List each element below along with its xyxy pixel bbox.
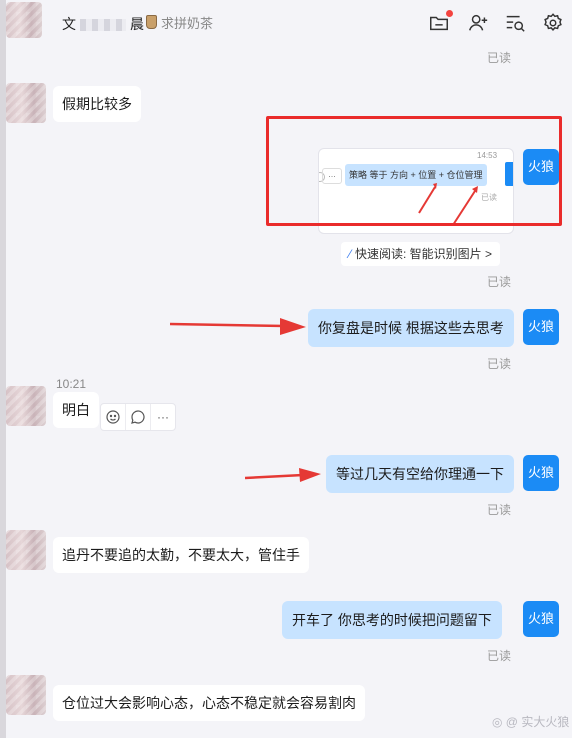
sender-avatar[interactable] xyxy=(6,83,46,123)
quick-read-button[interactable]: ⁄ 快速阅读: 智能识别图片 > xyxy=(341,242,501,266)
outgoing-message[interactable]: 开车了 你思考的时候把问题留下 xyxy=(282,601,502,639)
message-actions: ··· xyxy=(100,403,176,431)
incoming-message[interactable]: 仓位过大会影响心态，心态不稳定就会容易割肉 xyxy=(53,685,365,721)
incoming-message[interactable]: 明白 xyxy=(53,392,99,428)
read-receipt: 已读 xyxy=(487,275,512,289)
milk-tea-icon xyxy=(146,15,157,29)
read-receipt: 已读 xyxy=(487,357,512,371)
name-redaction xyxy=(80,19,126,32)
sender-avatar[interactable] xyxy=(6,675,46,715)
annotation-box xyxy=(266,116,562,226)
reply-icon[interactable] xyxy=(126,404,151,430)
outgoing-message[interactable]: 你复盘是时候 根据这些去思考 xyxy=(308,309,514,347)
notification-dot xyxy=(446,10,453,17)
incoming-message[interactable]: 追丹不要追的太勤，不要太大，管住手 xyxy=(53,537,309,573)
add-user-icon[interactable] xyxy=(467,12,489,34)
sender-avatar[interactable] xyxy=(6,386,46,426)
chat-header: 文晨 求拼奶茶 xyxy=(0,0,572,44)
read-receipt: 已读 xyxy=(487,51,512,65)
add-reaction-icon[interactable] xyxy=(101,404,126,430)
outgoing-message[interactable]: 等过几天有空给你理通一下 xyxy=(326,455,514,493)
read-receipt: 已读 xyxy=(487,503,512,517)
sender-avatar[interactable] xyxy=(6,530,46,570)
self-avatar[interactable]: 火狼 xyxy=(523,455,559,491)
read-receipt: 已读 xyxy=(487,649,512,663)
contact-status: 求拼奶茶 xyxy=(146,13,213,32)
contact-name[interactable]: 文晨 xyxy=(62,14,144,34)
annotation-arrow xyxy=(170,318,306,335)
watermark: ◎ @ 实大火狼 xyxy=(492,715,570,729)
contact-avatar[interactable] xyxy=(6,2,42,38)
annotation-arrow xyxy=(245,468,321,482)
self-avatar[interactable]: 火狼 xyxy=(523,601,559,637)
search-history-icon[interactable] xyxy=(504,12,526,34)
message-time: 10:21 xyxy=(56,377,87,391)
self-avatar[interactable]: 火狼 xyxy=(523,309,559,345)
incoming-message[interactable]: 假期比较多 xyxy=(53,86,141,122)
gear-icon[interactable] xyxy=(542,12,564,34)
magic-wand-icon: ⁄ xyxy=(349,247,352,261)
more-icon[interactable]: ··· xyxy=(151,404,175,430)
